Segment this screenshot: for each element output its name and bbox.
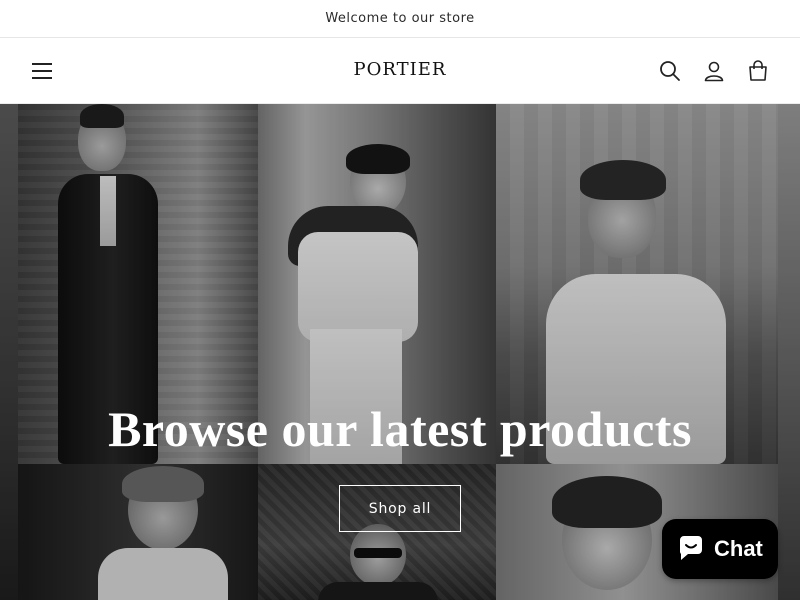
search-button[interactable] (654, 55, 686, 87)
cart-button[interactable] (742, 55, 774, 87)
account-icon (704, 61, 724, 82)
chat-button[interactable]: Chat (662, 519, 778, 579)
menu-icon (32, 63, 52, 79)
chat-bubble-icon (680, 536, 702, 560)
search-icon (660, 61, 680, 81)
announcement-bar: Welcome to our store (0, 0, 800, 38)
shop-all-button[interactable]: Shop all (339, 485, 461, 532)
menu-button[interactable] (26, 55, 58, 87)
site-header: PORTIER (0, 39, 800, 104)
hero-heading: Browse our latest products (108, 401, 692, 457)
account-button[interactable] (698, 55, 730, 87)
cart-icon (749, 60, 767, 81)
chat-label: Chat (714, 536, 763, 561)
announcement-text: Welcome to our store (325, 11, 475, 26)
